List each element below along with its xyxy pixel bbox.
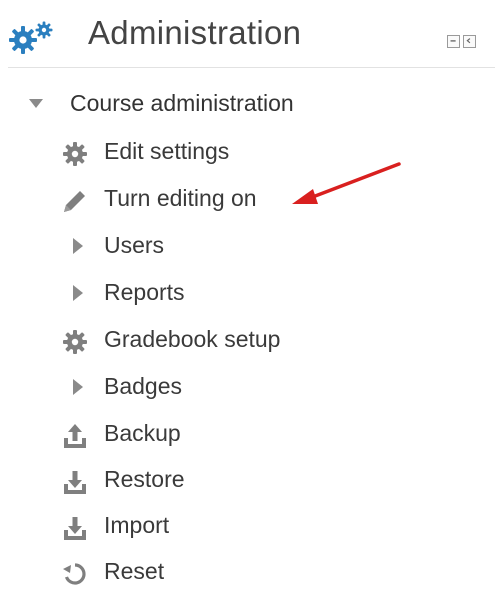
admin-item-reset[interactable]: Reset: [60, 552, 460, 592]
upload-icon: [64, 424, 86, 448]
admin-item-label: Import: [104, 512, 170, 538]
reset-icon: [63, 563, 86, 585]
admin-item-label: Badges: [104, 373, 183, 399]
admin-item-label: Reset: [104, 558, 165, 584]
admin-item-reports[interactable]: Reports: [60, 273, 460, 313]
gears-icon: [9, 21, 53, 54]
admin-item-backup[interactable]: Backup: [60, 414, 460, 454]
administration-block: Administration Course administration Edi…: [0, 0, 495, 602]
block-title: Administration: [88, 14, 302, 51]
admin-item-label: Reports: [104, 279, 185, 305]
download-icon: [64, 471, 86, 494]
block-header: Administration: [0, 0, 495, 70]
admin-item-label: Backup: [104, 420, 181, 446]
caret-down-icon[interactable]: [28, 98, 44, 110]
gear-icon: [63, 330, 87, 354]
dock-block-icon[interactable]: [463, 35, 476, 48]
tree-node-label: Course administration: [70, 90, 294, 116]
admin-item-label: Users: [104, 232, 165, 258]
hide-block-icon[interactable]: [447, 35, 460, 48]
caret-right-icon[interactable]: [72, 237, 84, 255]
admin-item-label: Restore: [104, 466, 185, 492]
caret-right-icon[interactable]: [72, 284, 84, 302]
admin-item-label: Turn editing on: [104, 185, 257, 211]
annotation-arrow: [292, 162, 401, 204]
admin-item-users[interactable]: Users: [60, 226, 460, 266]
admin-item-label: Gradebook setup: [104, 326, 281, 352]
admin-item-import[interactable]: Import: [60, 506, 460, 546]
admin-item-restore[interactable]: Restore: [60, 460, 460, 500]
admin-item-gradebook-setup[interactable]: Gradebook setup: [60, 320, 460, 360]
caret-right-icon[interactable]: [72, 378, 84, 396]
download-icon: [64, 517, 86, 540]
gear-icon: [63, 142, 87, 166]
header-divider: [8, 67, 495, 68]
pencil-icon: [64, 191, 85, 212]
admin-item-badges[interactable]: Badges: [60, 367, 460, 407]
admin-item-label: Edit settings: [104, 138, 230, 164]
